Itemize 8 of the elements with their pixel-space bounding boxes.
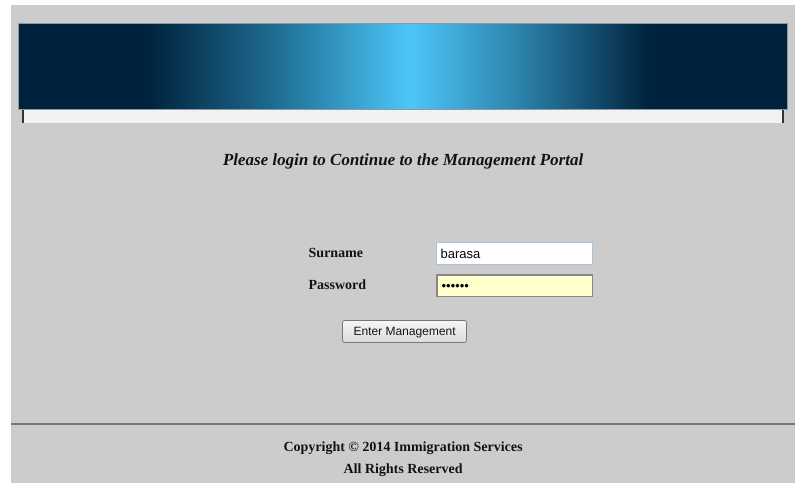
field-label: Surname (308, 244, 364, 262)
footer-text: Copyright © 2014 Immigration Services (283, 438, 523, 456)
login-heading: Please login to Continue to the Management Portal (222, 149, 584, 171)
input-field[interactable]: •••••• (436, 274, 592, 296)
field-label: Password (308, 276, 368, 294)
enter-management-button[interactable]: Enter Management (342, 320, 467, 342)
footer-text: All Rights Reserved (344, 460, 462, 478)
input-field[interactable]: barasa (436, 242, 592, 264)
